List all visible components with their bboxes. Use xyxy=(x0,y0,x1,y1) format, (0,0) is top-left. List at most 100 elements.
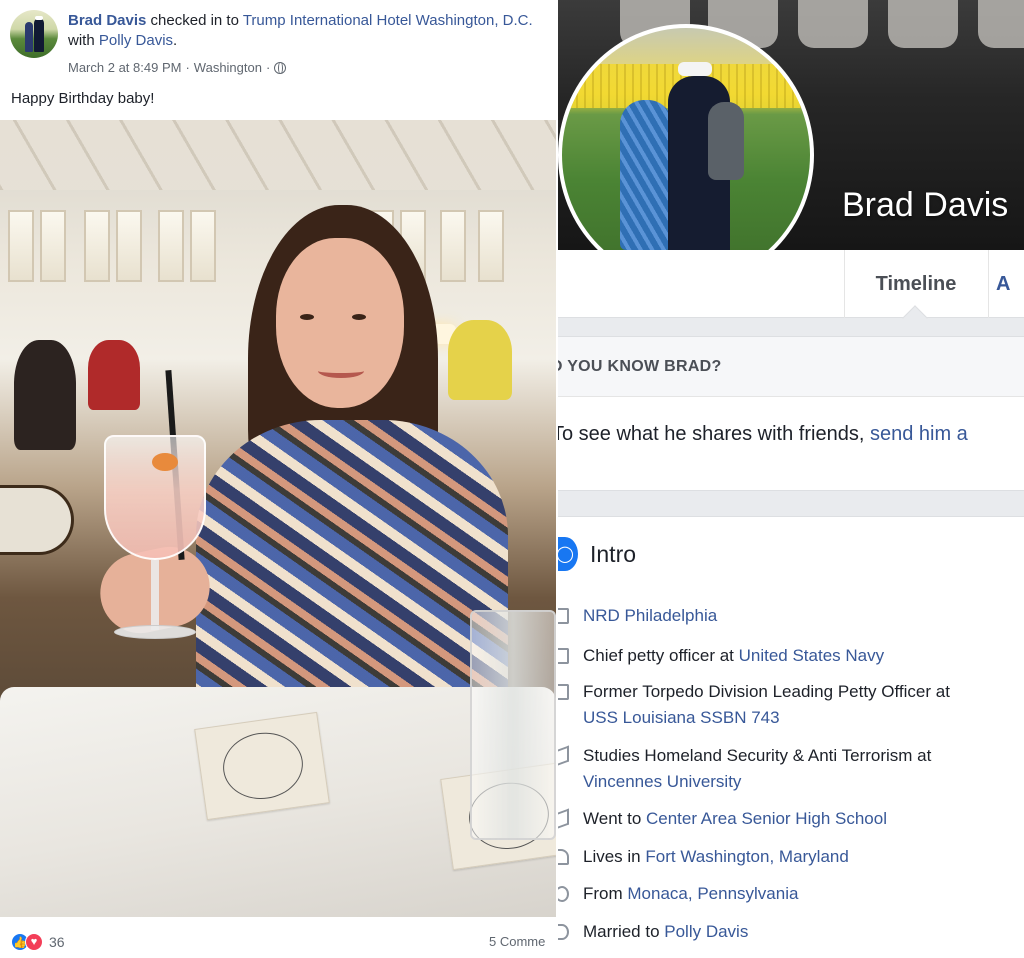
briefcase-icon xyxy=(558,648,569,664)
post-message: Happy Birthday baby! xyxy=(11,90,155,107)
separator: · xyxy=(185,60,190,75)
photo-background-person xyxy=(448,320,512,400)
photo-woman-dress xyxy=(196,420,508,710)
do-you-know-text: To see what he shares with friends, xyxy=(558,423,870,445)
photo-ceiling xyxy=(0,120,556,190)
intro-item-prefix: Married to xyxy=(583,922,665,941)
headline-period: . xyxy=(173,32,178,49)
tagged-friend-link[interactable]: Polly Davis xyxy=(99,32,173,49)
profile-panel: Brad Davis Timeline A O YOU KNOW BRAD? T… xyxy=(558,0,1024,958)
intro-item-prefix: Former Torpedo Division Leading Petty Of… xyxy=(583,682,950,701)
intro-item-text: NRD Philadelphia xyxy=(583,603,1013,629)
reactions-summary[interactable]: 👍 ♥ 36 xyxy=(11,933,65,951)
intro-item-link[interactable]: USS Louisiana SSBN 743 xyxy=(583,708,780,727)
photo-water-glass xyxy=(470,610,556,840)
location-pin-icon xyxy=(558,886,569,902)
photo-coaster xyxy=(194,711,330,821)
post-location[interactable]: Washington xyxy=(194,60,262,75)
do-you-know-body: To see what he shares with friends, send… xyxy=(558,423,1024,446)
photo-smile xyxy=(318,364,364,378)
profile-name[interactable]: Brad Davis xyxy=(842,186,1008,225)
post-headline: Brad Davis checked in to Trump Internati… xyxy=(68,11,538,51)
intro-item-text: Former Torpedo Division Leading Petty Of… xyxy=(583,679,983,731)
intro-item-link[interactable]: NRD Philadelphia xyxy=(583,606,717,625)
briefcase-icon xyxy=(558,684,569,700)
avatar-figure xyxy=(25,22,33,52)
checkin-text: checked in to xyxy=(146,12,243,29)
intro-item-text: Studies Homeland Security & Anti Terrori… xyxy=(583,743,983,795)
intro-item-link[interactable]: Polly Davis xyxy=(664,922,748,941)
intro-item-link[interactable]: Fort Washington, Maryland xyxy=(645,847,848,866)
glass-garnish xyxy=(152,453,178,471)
post-header: Brad Davis checked in to Trump Internati… xyxy=(10,8,550,88)
tab-about[interactable]: A xyxy=(990,250,1024,318)
post-footer: 👍 ♥ 36 5 Comme xyxy=(0,917,556,958)
graduation-cap-icon xyxy=(558,808,569,830)
intro-item-text: Went to Center Area Senior High School xyxy=(583,806,1013,832)
photo-window xyxy=(158,210,184,282)
send-friend-request-link[interactable]: send him a xyxy=(870,423,968,445)
intro-title: Intro xyxy=(590,540,637,567)
post-photo[interactable] xyxy=(0,120,556,917)
briefcase-icon xyxy=(558,608,569,624)
house-icon xyxy=(558,849,569,865)
avatar-cap xyxy=(35,16,43,20)
photo-window xyxy=(116,210,142,282)
reaction-count[interactable]: 36 xyxy=(49,934,65,950)
intro-item-link[interactable]: Monaca, Pennsylvania xyxy=(627,884,798,903)
glass-bowl xyxy=(104,435,206,560)
love-icon: ♥ xyxy=(25,933,43,951)
intro-item-link[interactable]: Center Area Senior High School xyxy=(646,809,887,828)
author-avatar[interactable] xyxy=(10,10,58,58)
author-name-link[interactable]: Brad Davis xyxy=(68,12,146,29)
do-you-know-card: O YOU KNOW BRAD? To see what he shares w… xyxy=(558,336,1024,491)
intro-card: ◯ Intro NRD Philadelphia Chief petty off… xyxy=(558,516,1024,958)
photo-window xyxy=(190,210,216,282)
photo-window xyxy=(8,210,34,282)
intro-header: ◯ Intro xyxy=(558,537,636,571)
intro-item-prefix: Lives in xyxy=(583,847,646,866)
with-text: with xyxy=(68,32,99,49)
photo-window xyxy=(40,210,66,282)
photo-background-chair xyxy=(14,340,76,450)
intro-globe-icon: ◯ xyxy=(558,537,578,571)
heart-icon xyxy=(558,924,569,940)
photo-child xyxy=(708,102,744,180)
intro-item-prefix: From xyxy=(583,884,628,903)
coaster-ring xyxy=(218,727,308,805)
photo-window xyxy=(478,210,504,282)
intro-item-text: Married to Polly Davis xyxy=(583,919,1013,945)
profile-picture[interactable] xyxy=(558,24,814,286)
intro-item-prefix: Studies Homeland Security & Anti Terrori… xyxy=(583,746,932,765)
post-panel: Brad Davis checked in to Trump Internati… xyxy=(0,0,556,958)
intro-item-link[interactable]: Vincennes University xyxy=(583,772,741,791)
cover-sign-letter xyxy=(888,0,958,48)
photo-cocktail-glass xyxy=(104,435,206,645)
profile-picture-image xyxy=(562,28,810,282)
glass-stem xyxy=(151,560,159,630)
intro-item-link[interactable]: United States Navy xyxy=(739,646,885,665)
intro-item-text: From Monaca, Pennsylvania xyxy=(583,881,1013,907)
photo-woman xyxy=(620,100,672,250)
intro-item-text: Chief petty officer at United States Nav… xyxy=(583,643,1013,669)
intro-item-text: Lives in Fort Washington, Maryland xyxy=(583,844,1013,870)
photo-window xyxy=(84,210,110,282)
photo-eye xyxy=(352,314,366,320)
place-link[interactable]: Trump International Hotel Washington, D.… xyxy=(243,12,533,29)
do-you-know-heading: O YOU KNOW BRAD? xyxy=(558,337,1024,397)
photo-window xyxy=(440,210,466,282)
post-subline: March 2 at 8:49 PM · Washington · xyxy=(68,60,287,75)
photo-background-person xyxy=(88,340,140,410)
photo-side-table xyxy=(0,485,74,555)
graduation-cap-icon xyxy=(558,745,569,767)
globe-icon[interactable] xyxy=(274,61,287,74)
cover-sign-letter xyxy=(978,0,1024,48)
intro-item-prefix: Went to xyxy=(583,809,646,828)
post-timestamp[interactable]: March 2 at 8:49 PM xyxy=(68,60,181,75)
glass-base xyxy=(114,625,196,639)
photo-woman-face xyxy=(276,238,404,408)
tab-divider xyxy=(988,250,989,318)
do-you-know-heading-text: O YOU KNOW BRAD? xyxy=(558,357,722,375)
comments-count-link[interactable]: 5 Comme xyxy=(489,934,545,949)
profile-tab-bar: Timeline A xyxy=(558,250,1024,318)
